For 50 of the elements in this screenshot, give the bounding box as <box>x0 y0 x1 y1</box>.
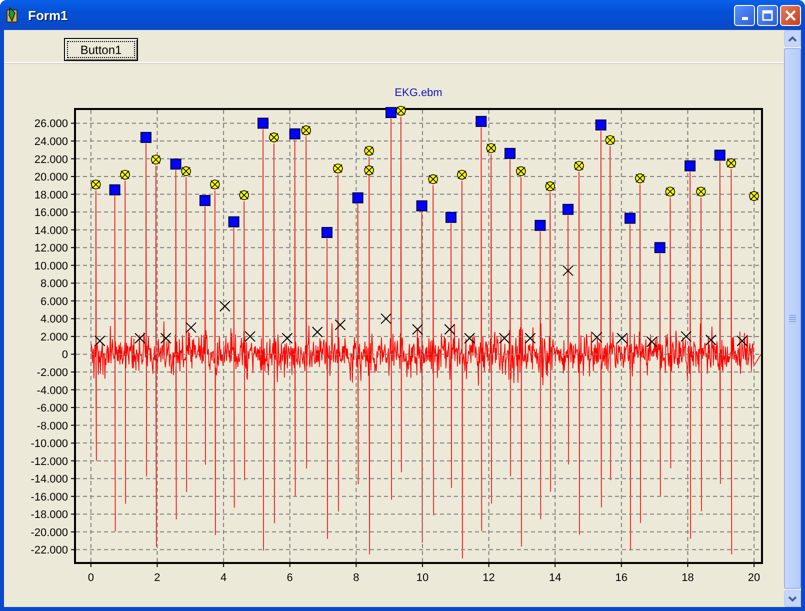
window-title: Form1 <box>28 8 69 22</box>
close-button[interactable] <box>780 4 801 26</box>
axis-tick-label: 8 <box>353 572 360 584</box>
axis-tick-label: 12 <box>482 572 495 584</box>
axis-tick-label: 0 <box>62 349 68 362</box>
axis-tick-label: -4.000 <box>36 384 68 397</box>
axis-tick-label: -22.000 <box>30 544 68 557</box>
axis-tick-label: -14.000 <box>30 474 68 486</box>
axis-tick-label: 20.000 <box>34 172 68 184</box>
chart-title: EKG.ebm <box>394 87 442 99</box>
axis-tick-label: 8.000 <box>40 278 68 290</box>
axis-tick-label: 2.000 <box>40 331 68 344</box>
axis-tick-label: -8.000 <box>36 420 68 432</box>
minimize-icon <box>742 16 748 20</box>
minimize-button[interactable] <box>734 4 755 26</box>
axis-tick-label: -20.000 <box>30 526 68 539</box>
axis-tick-label: 4 <box>220 572 227 584</box>
axis-tick-label: -10.000 <box>30 438 68 450</box>
axis-tick-label: 6.000 <box>40 296 68 308</box>
axis-tick-label: 10 <box>416 572 429 584</box>
button[interactable]: Button1 <box>64 38 138 61</box>
axis-tick-label: -18.000 <box>30 509 68 522</box>
chevron-up-icon <box>788 36 797 42</box>
axis-tick-label: 18.000 <box>34 189 68 202</box>
axis-tick-label: 16 <box>615 572 628 584</box>
axis-tick-label: -6.000 <box>36 402 68 415</box>
scroll-down-button[interactable] <box>784 590 801 607</box>
axis-tick-label: 22.000 <box>34 154 68 166</box>
grip-icon <box>789 315 796 322</box>
axis-tick-label: 26.000 <box>34 118 68 130</box>
maximize-button[interactable] <box>757 4 778 26</box>
chevron-down-icon <box>788 596 797 602</box>
axis-tick-label: 18 <box>682 572 694 584</box>
maximize-icon <box>762 10 773 20</box>
axis-tick-label: 20 <box>748 572 760 584</box>
axis-tick-label: 24.000 <box>34 136 68 148</box>
axis-tick-label: 16.000 <box>34 207 68 220</box>
axis-tick-label: -16.000 <box>30 491 68 504</box>
axis-tick-label: 4.000 <box>40 314 68 326</box>
axis-tick-label: 14.000 <box>34 224 68 237</box>
axis-tick-label: 0 <box>88 572 94 584</box>
axis-tick-label: -2.000 <box>36 366 68 379</box>
axis-tick-label: 12.000 <box>34 242 68 255</box>
axis-tick-label: 6 <box>286 572 293 584</box>
close-icon <box>785 10 796 20</box>
scroll-up-button[interactable] <box>784 30 801 47</box>
axis-tick-label: 2 <box>154 572 160 584</box>
axis-tick-label: 14 <box>548 572 562 584</box>
axis-tick-label: -12.000 <box>30 456 68 468</box>
axis-tick-label: 10.000 <box>34 260 68 272</box>
